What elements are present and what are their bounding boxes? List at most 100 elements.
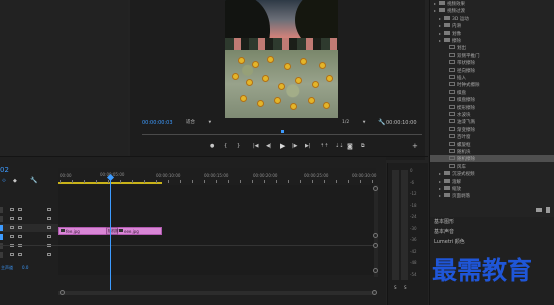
sync-icon[interactable] [18,235,22,238]
chevron-right-icon[interactable]: ▸ [434,8,436,13]
effects-tree-row[interactable]: 棋盘擦除 [430,96,554,103]
eye-icon[interactable] [47,217,51,220]
chevron-right-icon[interactable]: ▸ [439,38,441,43]
add-marker-icon[interactable]: ● [210,144,214,149]
track-header-4[interactable]: A1 [0,233,58,241]
chevron-right-icon[interactable]: ▸ [439,16,441,21]
quality-dropdown[interactable]: 1/2 ▼ [342,120,365,126]
track-header-3[interactable]: V1 [0,224,58,232]
program-current-timecode[interactable]: 00:00:00:03 [142,121,173,126]
effects-tree-row[interactable]: ▸ 擦除 [430,37,554,44]
snap-icon[interactable]: ⟐ [2,179,6,184]
effects-tree-row[interactable]: 插入 [430,74,554,81]
chevron-right-icon[interactable]: ▸ [439,171,441,176]
essential-graphics-link[interactable]: 基本图形 [434,220,454,225]
mark-out-icon[interactable]: } [237,144,240,149]
effects-tree-row[interactable]: 径向擦除 [430,67,554,74]
track-target-toggle[interactable] [0,225,3,231]
essential-sound-link[interactable]: 基本声音 [434,230,454,235]
effects-tree-row[interactable]: ▸ 视频过渡 [430,7,554,14]
timeline-horizontal-scrollbar[interactable] [58,291,376,295]
scroll-handle-low[interactable] [373,243,378,248]
go-to-out-icon[interactable]: ▶| [305,144,311,149]
track-target-toggle[interactable] [0,216,3,222]
wrench-icon[interactable]: 🔧 [378,120,385,126]
trash-icon[interactable] [546,207,550,213]
track-header-6[interactable]: A3 [0,251,58,259]
timeline-tab-short[interactable]: 02 [0,167,9,174]
lock-icon[interactable] [10,217,14,220]
chevron-right-icon[interactable]: ▸ [439,179,441,184]
mark-in-icon[interactable]: { [224,144,227,149]
effects-tree-row[interactable]: ▸ 缩放 [430,185,554,192]
wrench-icon[interactable]: 🔧 [30,178,37,184]
effects-tree-row[interactable]: ▸ 视频效果 [430,0,554,7]
program-playhead[interactable] [281,130,284,133]
master-volume[interactable]: 0.0 [22,265,28,270]
track-target-toggle[interactable] [0,252,3,258]
comparison-view-icon[interactable]: ⧉ [361,144,365,149]
track-header-1[interactable]: V3 [0,206,58,214]
effects-tree-row[interactable]: 划出 [430,44,554,51]
step-forward-icon[interactable]: |▶ [292,144,298,149]
track-target-toggle[interactable] [0,243,3,249]
effects-tree-row[interactable]: 双侧平推门 [430,52,554,59]
effects-tree-row[interactable]: 楔形擦除 [430,104,554,111]
effects-tree-row[interactable]: 棋盘 [430,89,554,96]
effects-tree-row[interactable]: 螺旋框 [430,141,554,148]
add-button-icon[interactable]: + [412,143,418,150]
linked-selection-icon[interactable]: ◆ [13,179,17,184]
chevron-right-icon[interactable]: ▸ [434,1,436,6]
clip-eee[interactable]: eee.jpg [116,227,162,235]
lock-icon[interactable] [10,235,14,238]
sync-icon[interactable] [18,217,22,220]
new-folder-icon[interactable] [536,208,542,212]
effects-tree-row[interactable]: 百叶窗 [430,133,554,140]
chevron-right-icon[interactable]: ▸ [439,193,441,198]
lock-icon[interactable] [10,226,14,229]
effects-tree-row[interactable]: 时钟式擦除 [430,81,554,88]
step-back-icon[interactable]: ◀| [266,144,272,149]
extract-icon[interactable]: ⇣⇣ [335,144,343,149]
lift-icon[interactable]: ⇡⇡ [320,144,328,149]
track-header-5[interactable]: A2 [0,242,58,250]
effects-tree-row[interactable]: 带状擦除 [430,59,554,66]
meter-solo-left[interactable]: S [394,286,397,290]
track-target-toggle[interactable] [0,234,3,240]
chevron-right-icon[interactable]: ▸ [439,31,441,36]
effects-tree-row[interactable]: 随机块 [430,148,554,155]
lumetri-color-link[interactable]: Lumetri 颜色 [434,240,465,245]
chevron-right-icon[interactable]: ▸ [439,23,441,28]
sync-icon[interactable] [18,253,22,256]
mute-icon[interactable] [47,253,51,256]
effects-tree-row[interactable]: ▸ 溶解 [430,178,554,185]
effects-tree-row[interactable]: ▸ 页面剥落 [430,192,554,199]
eye-icon[interactable] [47,208,51,211]
horizontal-scroll-handle[interactable] [372,290,377,295]
horizontal-scroll-handle[interactable] [60,290,65,295]
track-header-2[interactable]: V2 [0,215,58,223]
effects-tree-row[interactable]: ▸ 内滑 [430,22,554,29]
effects-tree-row[interactable]: 渐变擦除 [430,126,554,133]
eye-icon[interactable] [47,226,51,229]
mute-icon[interactable] [47,235,51,238]
transition-random-wipe[interactable]: 随机擦 [106,227,119,235]
camera-icon[interactable]: ◙ [347,144,353,150]
sync-icon[interactable] [18,208,22,211]
lock-icon[interactable] [10,208,14,211]
effects-tree-row[interactable]: 油漆飞溅 [430,118,554,125]
scroll-handle-top[interactable] [373,186,378,191]
scroll-handle-bottom[interactable] [373,268,378,273]
meter-solo-right[interactable]: S [404,286,407,290]
track-target-toggle[interactable] [0,207,3,213]
effects-tree-row[interactable]: ▸ 划像 [430,30,554,37]
effects-tree-row[interactable]: ▸ 3D 运动 [430,15,554,22]
chevron-right-icon[interactable]: ▸ [439,186,441,191]
play-icon[interactable]: ▶ [280,143,285,150]
effects-tree-row[interactable]: ▸ 沉浸式视频 [430,170,554,177]
program-scrubber-track[interactable] [142,134,422,135]
sync-icon[interactable] [18,226,22,229]
lock-icon[interactable] [10,253,14,256]
effects-tree-row[interactable]: 水波块 [430,111,554,118]
effects-tree-row[interactable]: 随机擦除 [430,155,554,163]
